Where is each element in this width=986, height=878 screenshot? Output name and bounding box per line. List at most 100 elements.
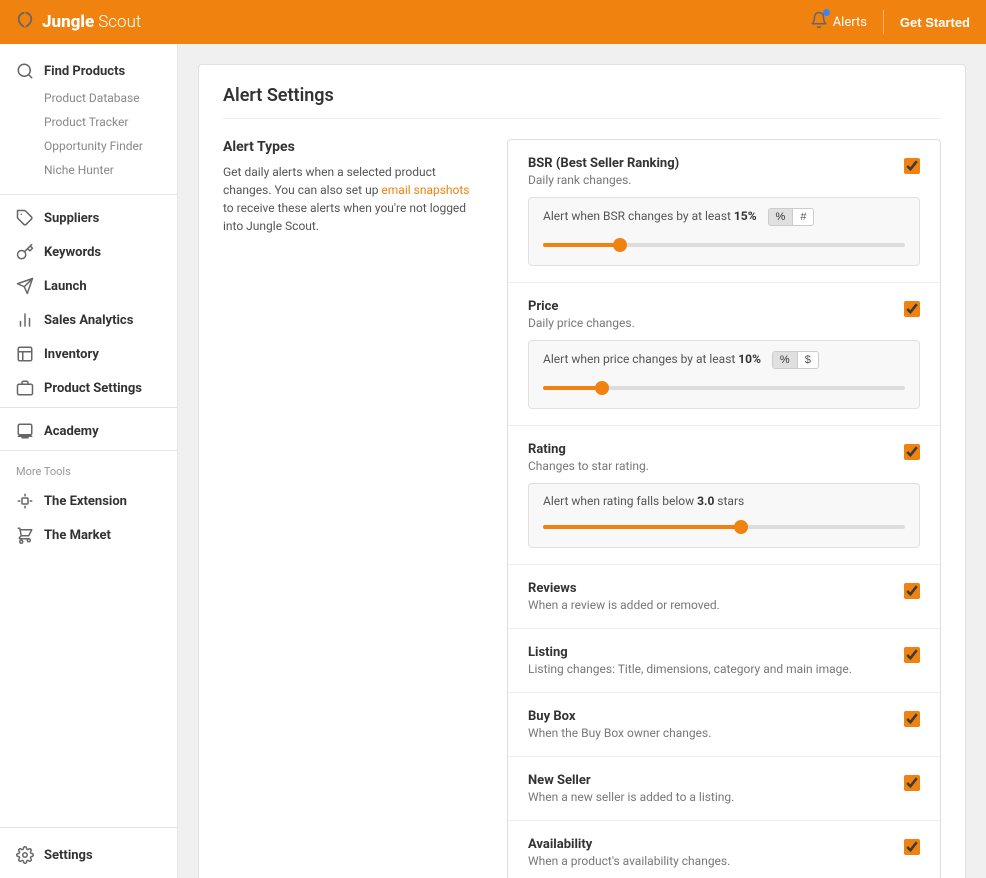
alert-item-price-header: Price Daily price changes. bbox=[528, 299, 920, 330]
alert-item-bsr-desc: Daily rank changes. bbox=[528, 173, 679, 187]
price-unit-toggle: % $ bbox=[772, 351, 819, 369]
bsr-percent-btn[interactable]: % bbox=[769, 209, 794, 225]
alert-item-new-seller: New Seller When a new seller is added to… bbox=[508, 757, 940, 821]
bsr-hash-btn[interactable]: # bbox=[793, 209, 813, 225]
alert-checkbox-reviews[interactable] bbox=[904, 583, 920, 599]
alert-checkbox-listing[interactable] bbox=[904, 647, 920, 663]
rating-slider-label: Alert when rating falls below 3.0 stars bbox=[543, 494, 905, 508]
inventory-icon bbox=[16, 345, 34, 363]
alert-item-availability-title: Availability bbox=[528, 837, 730, 852]
alert-item-buy-box: Buy Box When the Buy Box owner changes. bbox=[508, 693, 940, 757]
notification-dot bbox=[823, 9, 830, 16]
bell-icon bbox=[810, 11, 828, 33]
sidebar-item-the-extension[interactable]: The Extension bbox=[0, 482, 177, 516]
sidebar-item-product-tracker[interactable]: Product Tracker bbox=[0, 110, 177, 134]
tag-icon bbox=[16, 209, 34, 227]
search-icon bbox=[16, 62, 34, 80]
logo-text-jungle: Jungle bbox=[42, 12, 94, 32]
divider-1 bbox=[0, 194, 177, 195]
launch-icon bbox=[16, 277, 34, 295]
rating-slider-box: Alert when rating falls below 3.0 stars bbox=[528, 483, 920, 548]
sidebar-item-product-database[interactable]: Product Database bbox=[0, 86, 177, 110]
price-slider-label: Alert when price changes by at least 10%… bbox=[543, 351, 905, 369]
alert-options-panel: BSR (Best Seller Ranking) Daily rank cha… bbox=[507, 139, 941, 878]
alerts-label: Alerts bbox=[833, 15, 867, 30]
alert-item-reviews-title: Reviews bbox=[528, 581, 720, 596]
key-icon bbox=[16, 243, 34, 261]
alert-item-price-title: Price bbox=[528, 299, 635, 314]
alert-checkbox-price[interactable] bbox=[904, 301, 920, 317]
alert-item-listing-desc: Listing changes: Title, dimensions, cate… bbox=[528, 662, 852, 676]
alert-checkbox-bsr[interactable] bbox=[904, 158, 920, 174]
alert-item-reviews-info: Reviews When a review is added or remove… bbox=[528, 581, 720, 612]
sidebar-item-settings[interactable]: Settings bbox=[0, 836, 177, 870]
sidebar-item-launch[interactable]: Launch bbox=[0, 267, 177, 301]
alert-item-bsr: BSR (Best Seller Ranking) Daily rank cha… bbox=[508, 140, 940, 283]
sidebar-item-academy[interactable]: Academy bbox=[0, 412, 177, 446]
sidebar-item-opportunity-finder[interactable]: Opportunity Finder bbox=[0, 134, 177, 158]
extension-icon bbox=[16, 492, 34, 510]
alert-item-new-seller-header: New Seller When a new seller is added to… bbox=[528, 773, 920, 804]
sidebar-item-sales-analytics[interactable]: Sales Analytics bbox=[0, 301, 177, 335]
alert-item-rating-header: Rating Changes to star rating. bbox=[528, 442, 920, 473]
alert-item-reviews-desc: When a review is added or removed. bbox=[528, 598, 720, 612]
alert-item-rating: Rating Changes to star rating. Alert whe… bbox=[508, 426, 940, 565]
product-settings-icon bbox=[16, 379, 34, 397]
sidebar-item-niche-hunter[interactable]: Niche Hunter bbox=[0, 158, 177, 182]
app-layout: Find Products Product Database Product T… bbox=[0, 44, 986, 878]
alert-checkbox-availability[interactable] bbox=[904, 839, 920, 855]
bsr-slider[interactable] bbox=[543, 243, 905, 247]
alert-item-bsr-header: BSR (Best Seller Ranking) Daily rank cha… bbox=[528, 156, 920, 187]
sidebar-item-product-settings[interactable]: Product Settings bbox=[0, 369, 177, 403]
logo: Jungle Scout bbox=[16, 11, 141, 34]
alert-item-buy-box-desc: When the Buy Box owner changes. bbox=[528, 726, 711, 740]
price-slider[interactable] bbox=[543, 386, 905, 390]
alert-item-reviews: Reviews When a review is added or remove… bbox=[508, 565, 940, 629]
alert-settings-card: Alert Settings Alert Types Get daily ale… bbox=[198, 64, 966, 878]
app-header: Jungle Scout Alerts Get Started bbox=[0, 0, 986, 44]
alert-item-availability-header: Availability When a product's availabili… bbox=[528, 837, 920, 868]
alert-item-listing-title: Listing bbox=[528, 645, 852, 660]
alert-item-price-desc: Daily price changes. bbox=[528, 316, 635, 330]
page-content: Alert Settings Alert Types Get daily ale… bbox=[178, 44, 986, 878]
rating-slider[interactable] bbox=[543, 525, 905, 529]
get-started-button[interactable]: Get Started bbox=[900, 15, 970, 30]
header-divider bbox=[883, 10, 884, 34]
sidebar-bottom: Settings bbox=[0, 827, 177, 878]
alert-item-rating-info: Rating Changes to star rating. bbox=[528, 442, 649, 473]
alerts-button[interactable]: Alerts bbox=[810, 11, 867, 33]
sidebar-item-keywords[interactable]: Keywords bbox=[0, 233, 177, 267]
alert-item-buy-box-header: Buy Box When the Buy Box owner changes. bbox=[528, 709, 920, 740]
alert-item-listing: Listing Listing changes: Title, dimensio… bbox=[508, 629, 940, 693]
sidebar-item-the-market[interactable]: The Market bbox=[0, 516, 177, 550]
bsr-unit-toggle: % # bbox=[768, 208, 815, 226]
alert-checkbox-buy-box[interactable] bbox=[904, 711, 920, 727]
alert-item-new-seller-title: New Seller bbox=[528, 773, 734, 788]
alert-item-availability: Availability When a product's availabili… bbox=[508, 821, 940, 878]
logo-text-scout: Scout bbox=[98, 12, 141, 32]
email-snapshots-link[interactable]: email snapshots bbox=[381, 183, 469, 197]
bsr-slider-box: Alert when BSR changes by at least 15% %… bbox=[528, 197, 920, 266]
alert-item-listing-header: Listing Listing changes: Title, dimensio… bbox=[528, 645, 920, 676]
alert-item-buy-box-title: Buy Box bbox=[528, 709, 711, 724]
alert-checkbox-new-seller[interactable] bbox=[904, 775, 920, 791]
logo-jungle bbox=[16, 11, 38, 34]
sidebar-item-inventory[interactable]: Inventory bbox=[0, 335, 177, 369]
header-right: Alerts Get Started bbox=[810, 10, 970, 34]
sidebar-item-suppliers[interactable]: Suppliers bbox=[0, 199, 177, 233]
price-dollar-btn[interactable]: $ bbox=[798, 352, 818, 368]
alert-item-bsr-title: BSR (Best Seller Ranking) bbox=[528, 156, 679, 171]
price-slider-box: Alert when price changes by at least 10%… bbox=[528, 340, 920, 409]
alert-types-description: Get daily alerts when a selected product… bbox=[223, 163, 483, 235]
alert-types-panel: Alert Types Get daily alerts when a sele… bbox=[223, 139, 483, 878]
alert-item-price: Price Daily price changes. Alert when pr… bbox=[508, 283, 940, 426]
alert-checkbox-rating[interactable] bbox=[904, 444, 920, 460]
analytics-icon bbox=[16, 311, 34, 329]
price-percent-btn[interactable]: % bbox=[773, 352, 798, 368]
alert-settings-layout: Alert Types Get daily alerts when a sele… bbox=[223, 139, 941, 878]
sidebar: Find Products Product Database Product T… bbox=[0, 44, 178, 878]
market-icon bbox=[16, 526, 34, 544]
alert-item-new-seller-desc: When a new seller is added to a listing. bbox=[528, 790, 734, 804]
sidebar-item-find-products[interactable]: Find Products bbox=[0, 52, 177, 86]
alert-item-availability-desc: When a product's availability changes. bbox=[528, 854, 730, 868]
